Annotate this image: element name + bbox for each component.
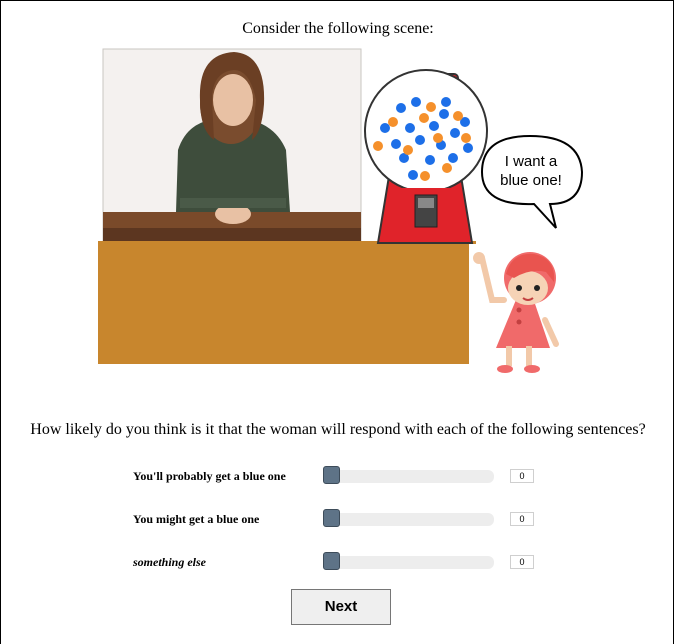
scene-illustration: I want a blue one! — [98, 48, 584, 373]
speech-bubble: I want a blue one! — [480, 134, 584, 229]
slider-label: You'll probably get a blue one — [133, 469, 286, 483]
slider-track[interactable] — [323, 470, 494, 483]
speech-bubble-line-2: blue one! — [500, 172, 562, 189]
girl-character-icon — [473, 252, 559, 373]
slider-row-might-blue: You might get a blue one 0 — [0, 505, 676, 535]
slider-label: something else — [133, 555, 207, 569]
slider-track[interactable] — [323, 556, 494, 569]
slider-value-box: 0 — [510, 512, 534, 526]
woman-photo — [102, 48, 362, 244]
slider-label: You might get a blue one — [133, 512, 260, 526]
slider-handle[interactable] — [323, 552, 340, 570]
slider-value-box: 0 — [510, 469, 534, 483]
speech-bubble-line-1: I want a — [505, 153, 558, 170]
slider-row-probably-blue: You'll probably get a blue one 0 — [0, 462, 676, 492]
slider-handle[interactable] — [323, 466, 340, 484]
table-rectangle — [98, 242, 469, 364]
question-text: How likely do you think is it that the w… — [30, 421, 646, 438]
slider-value-box: 0 — [510, 555, 534, 569]
slider-track[interactable] — [323, 513, 494, 526]
next-button[interactable]: Next — [291, 589, 391, 625]
slider-row-something-else: something else 0 — [0, 548, 676, 578]
gumball-machine-icon — [364, 69, 488, 244]
slider-handle[interactable] — [323, 509, 340, 527]
